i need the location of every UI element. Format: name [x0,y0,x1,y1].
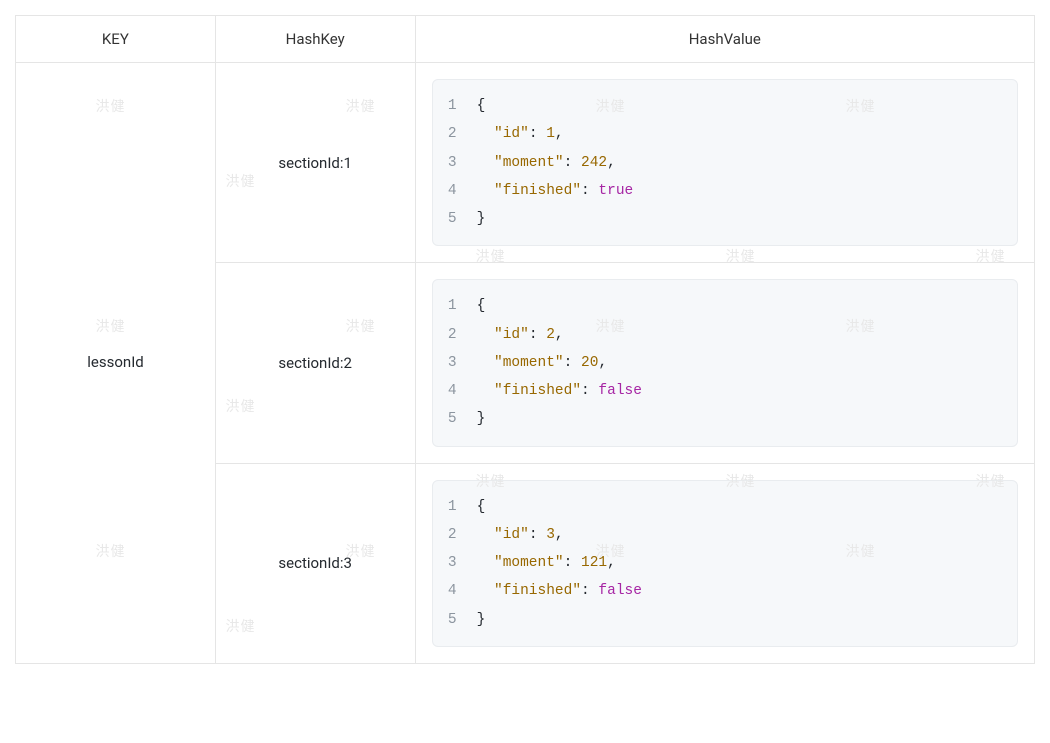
code-line: 5} [433,606,1017,634]
line-number: 4 [433,577,477,605]
code-line: 3 "moment": 20, [433,349,1017,377]
line-number: 3 [433,149,477,177]
code-line: 5} [433,405,1017,433]
code-content: "finished": true [477,177,634,205]
line-number: 3 [433,549,477,577]
json-code-block: 1{2 "id": 3,3 "moment": 121,4 "finished"… [432,480,1018,647]
code-content: "id": 3, [477,521,564,549]
code-line: 2 "id": 1, [433,120,1017,148]
code-content: "moment": 20, [477,349,608,377]
code-content: "moment": 121, [477,549,616,577]
code-content: "id": 1, [477,120,564,148]
code-line: 5} [433,205,1017,233]
line-number: 1 [433,493,477,521]
line-number: 3 [433,349,477,377]
line-number: 1 [433,292,477,320]
code-line: 2 "id": 2, [433,321,1017,349]
line-number: 4 [433,377,477,405]
code-content: { [477,493,486,521]
table-header-row: KEY HashKey HashValue [16,16,1035,63]
line-number: 2 [433,321,477,349]
table-row: sectionId:11{2 "id": 1,3 "moment": 242,4… [16,63,1035,263]
code-content: { [477,92,486,120]
hashkey-cell: sectionId:1 [215,63,415,263]
col-header-key: KEY [16,16,216,63]
code-line: 3 "moment": 242, [433,149,1017,177]
line-number: 5 [433,606,477,634]
code-line: 1{ [433,493,1017,521]
code-content: } [477,606,486,634]
code-line: 4 "finished": false [433,577,1017,605]
hashvalue-cell: 1{2 "id": 3,3 "moment": 121,4 "finished"… [415,463,1034,663]
line-number: 1 [433,92,477,120]
line-number: 5 [433,405,477,433]
code-content: { [477,292,486,320]
line-number: 2 [433,521,477,549]
key-label: lessonId [16,353,216,371]
code-content: } [477,405,486,433]
col-header-hashvalue: HashValue [415,16,1034,63]
line-number: 4 [433,177,477,205]
hashkey-cell: sectionId:2 [215,263,415,463]
key-cell [16,63,216,263]
col-header-hashkey: HashKey [215,16,415,63]
hashvalue-cell: 1{2 "id": 2,3 "moment": 20,4 "finished":… [415,263,1034,463]
redis-hash-table: KEY HashKey HashValue sectionId:11{2 "id… [15,15,1035,664]
code-line: 4 "finished": true [433,177,1017,205]
code-line: 3 "moment": 121, [433,549,1017,577]
code-content: "finished": false [477,577,642,605]
code-line: 1{ [433,92,1017,120]
code-line: 2 "id": 3, [433,521,1017,549]
code-content: } [477,205,486,233]
line-number: 2 [433,120,477,148]
code-content: "moment": 242, [477,149,616,177]
table-row: sectionId:31{2 "id": 3,3 "moment": 121,4… [16,463,1035,663]
hashkey-cell: sectionId:3 [215,463,415,663]
code-line: 1{ [433,292,1017,320]
line-number: 5 [433,205,477,233]
code-content: "finished": false [477,377,642,405]
code-line: 4 "finished": false [433,377,1017,405]
code-content: "id": 2, [477,321,564,349]
key-cell-continuation [16,463,216,663]
json-code-block: 1{2 "id": 2,3 "moment": 20,4 "finished":… [432,279,1018,446]
json-code-block: 1{2 "id": 1,3 "moment": 242,4 "finished"… [432,79,1018,246]
hashvalue-cell: 1{2 "id": 1,3 "moment": 242,4 "finished"… [415,63,1034,263]
